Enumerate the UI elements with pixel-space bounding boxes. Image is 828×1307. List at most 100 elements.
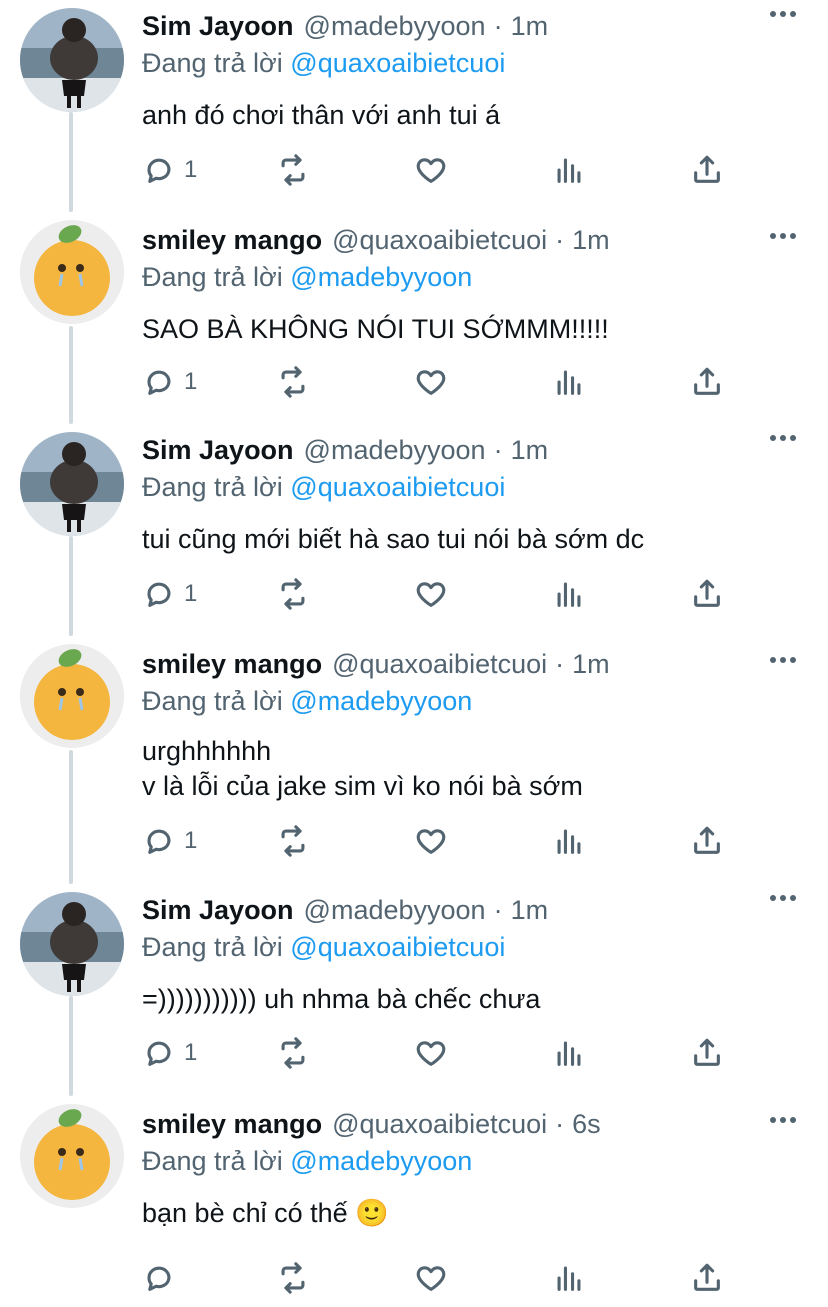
reply-button[interactable]: 1 <box>142 150 197 190</box>
more-options-icon[interactable] <box>770 4 800 24</box>
retweet-button[interactable] <box>276 1258 310 1298</box>
reply-to-mention[interactable]: @madebyyoon <box>290 262 472 292</box>
user-handle[interactable]: @quaxoaibietcuoi <box>332 225 547 256</box>
reply-button[interactable]: 1 <box>142 574 197 614</box>
crying-mango-avatar-icon <box>20 644 124 748</box>
reply-button[interactable]: 1 <box>142 362 197 402</box>
timestamp[interactable]: 1m <box>511 11 549 42</box>
like-button[interactable] <box>414 150 448 190</box>
replying-to-label: Đang trả lời <box>142 686 283 716</box>
like-button[interactable] <box>414 1258 448 1298</box>
avatar[interactable] <box>20 644 124 748</box>
more-options-icon[interactable] <box>770 226 800 246</box>
like-button[interactable] <box>414 1033 448 1073</box>
heart-icon <box>416 1041 446 1066</box>
replying-to-label: Đang trả lời <box>142 932 283 962</box>
separator-dot: · <box>493 10 503 41</box>
retweet-button[interactable] <box>276 821 310 861</box>
share-button[interactable] <box>690 821 724 861</box>
more-options-icon[interactable] <box>770 650 800 670</box>
avatar[interactable] <box>20 432 124 536</box>
display-name[interactable]: smiley mango <box>142 1109 322 1140</box>
reply-button[interactable]: 1 <box>142 1033 197 1073</box>
girl-photo-avatar-icon <box>20 8 124 112</box>
heart-icon <box>416 829 446 854</box>
reply-button[interactable] <box>142 1258 184 1298</box>
display-name[interactable]: Sim Jayoon <box>142 895 294 926</box>
user-handle[interactable]: @quaxoaibietcuoi <box>332 649 547 680</box>
retweet-button[interactable] <box>276 574 310 614</box>
separator-dot: · <box>555 1108 565 1139</box>
avatar[interactable] <box>20 1104 124 1208</box>
analytics-button[interactable] <box>552 362 586 402</box>
user-handle[interactable]: @madebyyoon <box>304 895 486 926</box>
analytics-button[interactable] <box>552 1033 586 1073</box>
share-button[interactable] <box>690 574 724 614</box>
tweet-text: SAO BÀ KHÔNG NÓI TUI SỚMMM!!!!! <box>142 314 609 344</box>
analytics-button[interactable] <box>552 821 586 861</box>
reply-count: 1 <box>184 1039 198 1066</box>
action-bar: 1 <box>142 821 762 861</box>
share-button[interactable] <box>690 150 724 190</box>
action-bar: 1 <box>142 150 762 190</box>
display-name[interactable]: smiley mango <box>142 225 322 256</box>
tweet-text: anh đó chơi thân với anh tui á <box>142 100 501 130</box>
share-button[interactable] <box>690 1033 724 1073</box>
retweet-icon <box>281 1037 305 1069</box>
reply-count: 1 <box>184 156 198 183</box>
girl-photo-avatar-icon <box>20 892 124 996</box>
separator-dot: · <box>493 894 503 925</box>
share-icon <box>694 1038 720 1066</box>
analytics-button[interactable] <box>552 150 586 190</box>
retweet-icon <box>281 825 305 857</box>
reply-button[interactable]: 1 <box>142 821 197 861</box>
analytics-button[interactable] <box>552 1258 586 1298</box>
retweet-button[interactable] <box>276 1033 310 1073</box>
like-button[interactable] <box>414 574 448 614</box>
user-handle[interactable]: @madebyyoon <box>304 11 486 42</box>
user-handle[interactable]: @quaxoaibietcuoi <box>332 1109 547 1140</box>
like-button[interactable] <box>414 362 448 402</box>
timestamp[interactable]: 1m <box>511 895 549 926</box>
retweet-button[interactable] <box>276 150 310 190</box>
share-button[interactable] <box>690 362 724 402</box>
replying-to-line: Đang trả lời @quaxoaibietcuoi <box>142 470 808 504</box>
display-name[interactable]: smiley mango <box>142 649 322 680</box>
share-icon <box>694 155 720 183</box>
reply-to-mention[interactable]: @quaxoaibietcuoi <box>290 472 505 502</box>
more-options-icon[interactable] <box>770 1110 800 1130</box>
share-button[interactable] <box>690 1258 724 1298</box>
reply-icon <box>147 829 171 854</box>
analytics-button[interactable] <box>552 574 586 614</box>
avatar[interactable] <box>20 892 124 996</box>
timestamp[interactable]: 6s <box>572 1109 601 1140</box>
replying-to-label: Đang trả lời <box>142 1146 283 1176</box>
thread-line <box>69 996 73 1096</box>
timestamp[interactable]: 1m <box>511 435 549 466</box>
reply-count: 1 <box>184 827 198 854</box>
user-handle[interactable]: @madebyyoon <box>304 435 486 466</box>
retweet-button[interactable] <box>276 362 310 402</box>
reply-to-mention[interactable]: @quaxoaibietcuoi <box>290 48 505 78</box>
thread-line <box>69 750 73 884</box>
analytics-icon <box>557 582 581 607</box>
display-name[interactable]: Sim Jayoon <box>142 435 294 466</box>
avatar[interactable] <box>20 8 124 112</box>
action-bar: 1 <box>142 1033 762 1073</box>
reply-to-mention[interactable]: @madebyyoon <box>290 686 472 716</box>
replying-to-label: Đang trả lời <box>142 48 283 78</box>
avatar[interactable] <box>20 220 124 324</box>
retweet-icon <box>281 1262 305 1294</box>
reply-to-mention[interactable]: @madebyyoon <box>290 1146 472 1176</box>
heart-icon <box>416 158 446 183</box>
display-name[interactable]: Sim Jayoon <box>142 11 294 42</box>
analytics-icon <box>557 1266 581 1291</box>
reply-icon <box>147 582 171 607</box>
more-options-icon[interactable] <box>770 888 800 908</box>
reply-icon <box>147 158 171 183</box>
timestamp[interactable]: 1m <box>572 225 610 256</box>
reply-to-mention[interactable]: @quaxoaibietcuoi <box>290 932 505 962</box>
timestamp[interactable]: 1m <box>572 649 610 680</box>
more-options-icon[interactable] <box>770 428 800 448</box>
like-button[interactable] <box>414 821 448 861</box>
